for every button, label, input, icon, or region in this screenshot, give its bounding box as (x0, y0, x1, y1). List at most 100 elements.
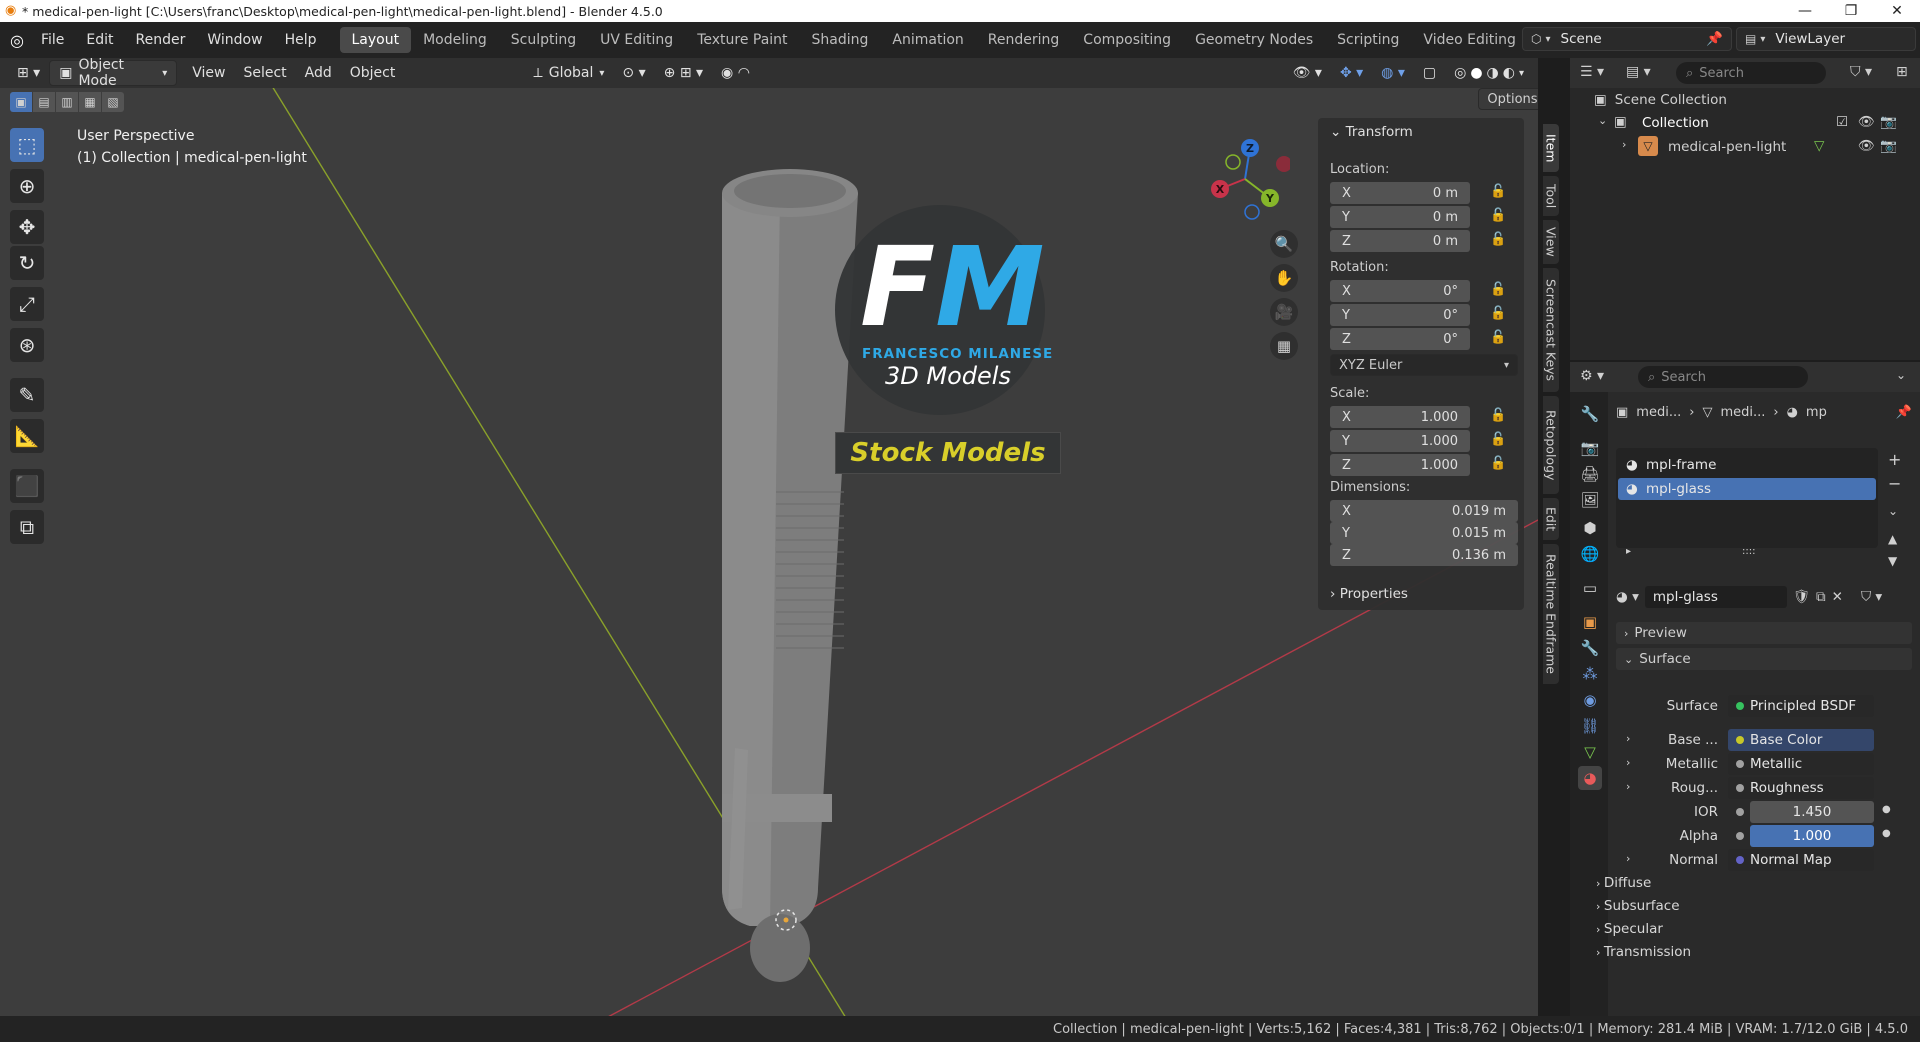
rotation-x-field[interactable]: X 0° (1330, 280, 1470, 302)
ortho-toggle-icon[interactable]: ▦ (1270, 332, 1298, 360)
snap-icon[interactable]: ⊕ ⊞ ▾ (655, 60, 712, 86)
scale-z-field[interactable]: Z 1.000 (1330, 454, 1470, 476)
menu-object[interactable]: Object (341, 60, 405, 86)
menu-view[interactable]: View (183, 60, 234, 86)
surface-shader-field[interactable]: Principled BSDF (1728, 695, 1874, 717)
orientation-dropdown[interactable]: ⟂ Global ▾ (524, 60, 613, 86)
tab-screencast-keys[interactable]: Screencast Keys (1543, 268, 1559, 392)
scene-selector[interactable]: ⬡ ▾ Scene 📌 (1522, 27, 1732, 51)
select-intersect-icon[interactable]: ▧ (102, 92, 124, 112)
select-new-icon[interactable]: ▣ (10, 92, 32, 112)
tab-retopology[interactable]: Retopology (1543, 396, 1559, 494)
navigation-gizmo[interactable]: Z X Y (1200, 134, 1290, 224)
scene-tab-icon[interactable]: ⬢ (1578, 516, 1602, 540)
tab-rendering[interactable]: Rendering (976, 27, 1072, 53)
output-tab-icon[interactable]: 🖨 (1578, 462, 1602, 486)
xray-icon[interactable]: ▢ (1414, 60, 1445, 86)
material-slot-frame[interactable]: ◕ mpl-frame (1618, 454, 1876, 476)
cursor-tool-icon[interactable]: ⊕ (10, 169, 44, 203)
keyframe-dot-icon[interactable]: ● (1882, 804, 1891, 815)
viewlayer-selector[interactable]: ▤ ▾ ViewLayer (1736, 27, 1916, 51)
camera-icon[interactable]: 📷 (1880, 138, 1897, 154)
proportional-edit-icon[interactable]: ◉ ◠ (712, 60, 759, 86)
lock-icon[interactable]: 🔓 (1490, 456, 1506, 471)
options-dropdown[interactable]: Options▾ (1478, 88, 1538, 110)
diffuse-subpanel[interactable]: › Diffuse (1596, 875, 1651, 891)
tab-modeling[interactable]: Modeling (411, 27, 499, 53)
render-tab-icon[interactable]: 📷 (1578, 436, 1602, 460)
scale-tool-icon[interactable]: ⤢ (10, 287, 44, 321)
lock-icon[interactable]: 🔓 (1490, 432, 1506, 447)
transform-tool-icon[interactable]: ⊛ (10, 328, 44, 362)
fake-user-icon[interactable]: 🛡 (1793, 589, 1810, 605)
lock-icon[interactable]: 🔓 (1490, 184, 1506, 199)
chevron-down-icon[interactable]: ⌄ (1598, 114, 1607, 127)
eye-icon[interactable]: 👁 (1858, 114, 1875, 130)
physics-tab-icon[interactable]: ◉ (1578, 688, 1602, 712)
tab-scripting[interactable]: Scripting (1325, 27, 1411, 53)
location-y-field[interactable]: Y0 m (1330, 206, 1470, 228)
tab-realtime-endframe[interactable]: Realtime Endframe (1543, 544, 1559, 684)
outliner-editor-icon[interactable]: ☰ ▾ (1580, 64, 1604, 80)
select-box-tool-icon[interactable]: ⬚ (10, 128, 44, 162)
pan-hand-icon[interactable]: ✋ (1270, 264, 1298, 292)
chevron-right-icon[interactable]: › (1622, 138, 1626, 151)
scale-y-field[interactable]: Y 1.000 (1330, 430, 1470, 452)
duplicate-material-icon[interactable]: ⧉ (1816, 589, 1826, 605)
rotation-z-field[interactable]: Z 0° (1330, 328, 1470, 350)
outliner-object-row[interactable]: › ▽ medical-pen-light ▽ 👁 📷 (1570, 136, 1920, 158)
surface-panel-header[interactable]: ⌄ Surface (1616, 648, 1912, 670)
tab-uv-editing[interactable]: UV Editing (588, 27, 685, 53)
tab-tool[interactable]: Tool (1543, 176, 1559, 216)
select-subtract-icon[interactable]: ▥ (56, 92, 78, 112)
lock-icon[interactable]: 🔓 (1490, 208, 1506, 223)
world-tab-icon[interactable]: 🌐 (1578, 542, 1602, 566)
modifier-tab-icon[interactable]: 🔧 (1578, 636, 1602, 660)
lock-icon[interactable]: 🔓 (1490, 282, 1506, 297)
mesh-data-icon[interactable]: ▽ (1814, 138, 1824, 154)
material-browse-icon[interactable]: ◕ ▾ (1616, 589, 1639, 605)
node-filter-icon[interactable]: ⛉ ▾ (1861, 589, 1882, 605)
editor-type-icon[interactable]: ⊞ ▾ (8, 60, 49, 86)
new-collection-icon[interactable]: ⊞ (1896, 64, 1908, 80)
menu-window[interactable]: Window (196, 27, 273, 53)
add-slot-icon[interactable]: + (1888, 450, 1901, 469)
specular-subpanel[interactable]: › Specular (1596, 921, 1663, 937)
rotate-tool-icon[interactable]: ↻ (10, 246, 44, 280)
transform-header[interactable]: ⌄ Transform (1330, 124, 1413, 140)
checkbox-icon[interactable]: ☑ (1836, 114, 1848, 130)
display-mode-icon[interactable]: ▤ ▾ (1626, 64, 1651, 80)
select-invert-icon[interactable]: ▦ (79, 92, 101, 112)
scale-x-field[interactable]: X 1.000 (1330, 406, 1470, 428)
move-up-icon[interactable]: ▲ (1888, 532, 1897, 546)
mode-dropdown[interactable]: ▣ Object Mode ▾ (49, 57, 178, 89)
menu-render[interactable]: Render (125, 27, 197, 53)
filter-icon[interactable]: ⛉ ▾ (1850, 64, 1872, 80)
roughness-field[interactable]: Roughness (1728, 777, 1874, 799)
camera-icon[interactable]: 📷 (1880, 114, 1897, 130)
restore-icon[interactable]: ❐ (1828, 0, 1874, 22)
tab-view[interactable]: View (1543, 220, 1559, 264)
expand-icon[interactable]: ▸ (1626, 546, 1631, 557)
particles-tab-icon[interactable]: ⁂ (1578, 662, 1602, 686)
eye-icon[interactable]: 👁 (1858, 138, 1875, 154)
menu-add[interactable]: Add (296, 60, 341, 86)
subsurface-subpanel[interactable]: › Subsurface (1596, 898, 1680, 914)
material-slot-glass[interactable]: ◕ mpl-glass (1618, 478, 1876, 500)
outliner-search-input[interactable]: ⌕ Search (1676, 62, 1826, 84)
data-tab-icon[interactable]: ▽ (1578, 740, 1602, 764)
tab-compositing[interactable]: Compositing (1071, 27, 1183, 53)
menu-select[interactable]: Select (234, 60, 295, 86)
view-layer-tab-icon[interactable]: 🖼 (1578, 488, 1602, 512)
remove-slot-icon[interactable]: − (1888, 474, 1901, 493)
pin-icon[interactable]: 📌 (1896, 405, 1912, 420)
annotate-tool-icon[interactable]: ✎ (10, 378, 44, 412)
tab-item[interactable]: Item (1543, 124, 1559, 172)
normal-field[interactable]: Normal Map (1728, 849, 1874, 871)
material-tab-icon[interactable]: ◕ (1578, 766, 1602, 790)
solid-shading-icon[interactable]: ● (1470, 65, 1482, 81)
blender-menu-icon[interactable]: ◎ (10, 31, 24, 50)
ior-field[interactable]: 1.450 (1750, 801, 1874, 823)
add-cube-tool-icon[interactable]: ⬛ (10, 469, 44, 503)
tab-edit[interactable]: Edit (1543, 498, 1559, 540)
